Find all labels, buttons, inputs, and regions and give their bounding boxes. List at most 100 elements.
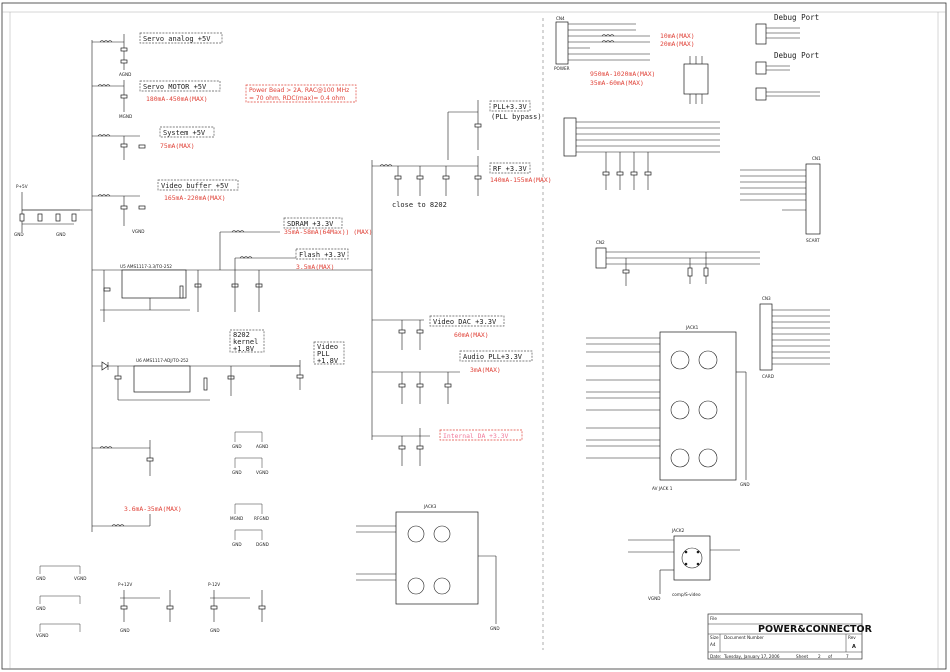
vgnd-label: VGND: [132, 229, 144, 234]
jack1-connector: JACK1 AV JACK 1 GND: [586, 325, 750, 491]
bottom-left-tps: GND VGND GND VGND: [36, 565, 86, 638]
pll-label: PLL+3.3V: [493, 103, 528, 111]
scart-connector: CN1 SCART: [740, 156, 821, 243]
sheet-title: POWER&CONNECTOR: [758, 624, 873, 635]
jack2-connector: JACK2 comp/S-video VGND: [628, 528, 740, 601]
jack1-ref: JACK1: [685, 325, 699, 330]
scart-label: SCART: [806, 238, 820, 243]
bl-gnd-1: GND: [36, 576, 46, 581]
jack1-label: AV JACK 1: [652, 486, 673, 491]
rf-label: RF +3.3V: [493, 165, 528, 173]
size-value: A4: [710, 642, 716, 647]
bl-vgnd: VGND: [74, 576, 86, 581]
power-label: POWER: [554, 66, 570, 71]
card-connector: CN3 CARD: [759, 296, 830, 379]
cn4-ref: CN4: [556, 16, 565, 21]
bl-gnd-2: GND: [36, 606, 46, 611]
jack1-gnd: GND: [740, 482, 750, 487]
p5v-label: P+5V: [16, 184, 28, 189]
video-dac-branch: Video DAC +3.3V 60mA(MAX): [372, 315, 505, 350]
servo-motor-branch: MGND Servo MOTOR +5V 180mA-450mA(MAX): [92, 80, 221, 119]
video-dac-current: 60mA(MAX): [454, 331, 489, 339]
cn3-ref: CN3: [762, 296, 771, 301]
doc-number-label: Document Number: [724, 635, 764, 640]
jack2-label: comp/S-video: [672, 592, 701, 597]
bulk-gnd-1: GND: [120, 628, 130, 633]
bulk-caps-12v: P+12V P-12V GND GND: [118, 582, 266, 633]
jack3-ref: JACK3: [423, 504, 437, 509]
tp-gnd-3: GND: [232, 542, 242, 547]
jack2-vgnd: VGND: [648, 596, 660, 601]
of-value: 7: [846, 654, 849, 659]
sdram-current: 35mA-58mA(64Max)) (MAX): [284, 228, 373, 236]
cur-20: 20mA(MAX): [660, 40, 695, 48]
sheet-number: 2: [818, 654, 821, 659]
tp-gnd-2: GND: [232, 470, 242, 475]
low-current-branch: 3.6mA-35mA(MAX): [92, 440, 182, 527]
internal-da-branch: Internal DA +3.3V: [372, 428, 523, 466]
date-label: Date:: [710, 654, 721, 659]
cn2-connector: CN2: [595, 240, 760, 286]
video-pll-line-3: +1.8V: [317, 357, 339, 365]
sdram-flash-taps: SDRAM +3.3V 35mA-58mA(64Max)) (MAX) Flas…: [219, 217, 373, 271]
p12v-label: P+12V: [118, 582, 132, 587]
card-label: CARD: [762, 374, 774, 379]
tp-gnd-1: GND: [232, 444, 242, 449]
schematic-sheet: P+5V GND GND AGND Servo analog +5V MGND …: [1, 2, 947, 670]
servo-analog-label: Servo analog +5V: [143, 35, 211, 43]
rf-current: 140mA-155mA(MAX): [490, 176, 552, 184]
servo-motor-label: Servo MOTOR +5V: [143, 83, 207, 91]
flash-label: Flash +3.3V: [299, 251, 346, 259]
debug-port-2: Debug Port: [755, 51, 820, 101]
video-buffer-current: 165mA-220mA(MAX): [164, 194, 226, 202]
size-label: Size: [710, 635, 719, 640]
gnd-label-1: GND: [14, 232, 24, 237]
sheet-label: Sheet: [796, 654, 808, 659]
servo-analog-branch: AGND Servo analog +5V: [92, 32, 223, 77]
tp-rfgnd: RFGND: [254, 516, 269, 521]
debug-port-1: Debug Port: [755, 13, 819, 45]
mgnd-label: MGND: [119, 114, 132, 119]
regulator-u6: U6 AMS1117-ADJ/TO-252 8202 kernel +1.8V …: [92, 329, 345, 401]
jack2-ref: JACK2: [671, 528, 685, 533]
pll-sub-label: (PLL bypass): [491, 113, 542, 121]
test-points: GND AGND GND VGND MGND RFGND GND DGND: [230, 431, 269, 547]
system-label: System +5V: [163, 129, 206, 137]
jack3-gnd: GND: [490, 626, 500, 631]
agnd-label: AGND: [119, 72, 131, 77]
tp-mgnd: MGND: [230, 516, 243, 521]
bl-vgnd-2: VGND: [36, 633, 48, 638]
audio-pll-label: Audio PLL+3.3V: [463, 353, 523, 361]
file-label: File: [710, 616, 717, 621]
jack3-connector: JACK3 GND: [356, 504, 500, 631]
video-dac-label: Video DAC +3.3V: [433, 318, 497, 326]
resistor-pack: [683, 56, 709, 104]
sdram-label: SDRAM +3.3V: [287, 220, 334, 228]
video-buffer-branch: VGND Video buffer +5V 165mA-220mA(MAX): [92, 179, 239, 234]
tp-agnd-1: AGND: [256, 444, 268, 449]
servo-motor-current: 180mA-450mA(MAX): [146, 95, 208, 103]
tp-dgnd: DGND: [256, 542, 269, 547]
system-branch: System +5V 75mA(MAX): [92, 126, 215, 160]
bulk-gnd-2: GND: [210, 628, 220, 633]
cn5-bundle: [563, 117, 720, 190]
cur-950: 950mA-1020mA(MAX): [590, 70, 655, 78]
audio-pll-branch: Audio PLL+3.3V 3mA(MAX): [372, 350, 533, 404]
bead-note-line-2: = 70 ohm, RDC(max)= 0.4 ohm: [249, 95, 345, 102]
system-current: 75mA(MAX): [160, 142, 195, 150]
audio-pll-current: 3mA(MAX): [470, 366, 501, 374]
n12v-label: P-12V: [208, 582, 220, 587]
bead-note-line-1: Power Bead > 2A, RAC@100 MHz: [249, 87, 349, 94]
of-label: of: [828, 654, 833, 659]
kernel-line-3: +1.8V: [233, 345, 255, 353]
power-connector: CN4 POWER 10mA(MAX) 20mA(MAX) 950mA-1020…: [554, 16, 695, 87]
cn1-ref: CN1: [812, 156, 821, 161]
cn2-ref: CN2: [596, 240, 605, 245]
video-buffer-label: Video buffer +5V: [161, 182, 229, 190]
debug-port-1-title: Debug Port: [774, 13, 819, 22]
date-value: Tuesday, January 17, 2006: [723, 654, 780, 659]
u5-label: U5 AMS1117-3.3/TO-252: [120, 264, 172, 269]
input-caps: GND GND: [14, 209, 80, 237]
low-current-note: 3.6mA-35mA(MAX): [124, 505, 182, 513]
cur-10: 10mA(MAX): [660, 32, 695, 40]
